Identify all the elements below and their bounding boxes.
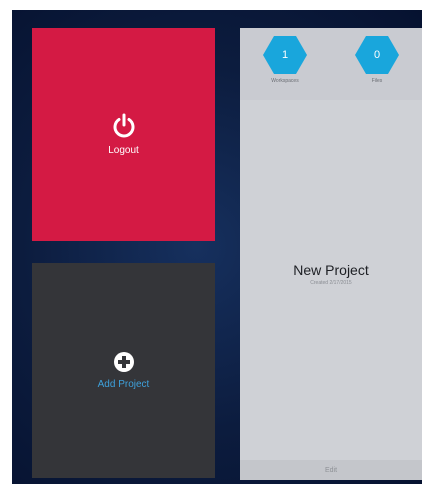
logout-label: Logout [108,145,139,156]
edit-button[interactable]: Edit [240,460,422,480]
project-created-date: Created 2/17/2015 [310,280,352,286]
workspaces-stat[interactable]: 1 Workspaces [250,36,320,84]
workspaces-label: Workspaces [271,78,299,84]
add-project-tile[interactable]: Add Project [32,263,215,478]
add-project-label: Add Project [97,379,150,390]
files-label: Files [371,78,383,84]
project-info: New Project Created 2/17/2015 [240,262,422,286]
files-stat[interactable]: 0 Files [342,36,412,84]
logout-tile[interactable]: Logout [32,28,215,241]
project-stats-header: 1 Workspaces 0 Files [240,28,422,100]
project-card[interactable]: 1 Workspaces 0 Files New Project Created… [240,28,422,480]
workspaces-count-hexagon: 1 [263,36,307,74]
files-count-hexagon: 0 [355,36,399,74]
power-icon [113,113,134,138]
project-title: New Project [293,262,369,278]
plus-circle-icon [113,352,134,372]
app-background: Logout Add Project 1 Workspaces 0 Files … [12,10,422,484]
